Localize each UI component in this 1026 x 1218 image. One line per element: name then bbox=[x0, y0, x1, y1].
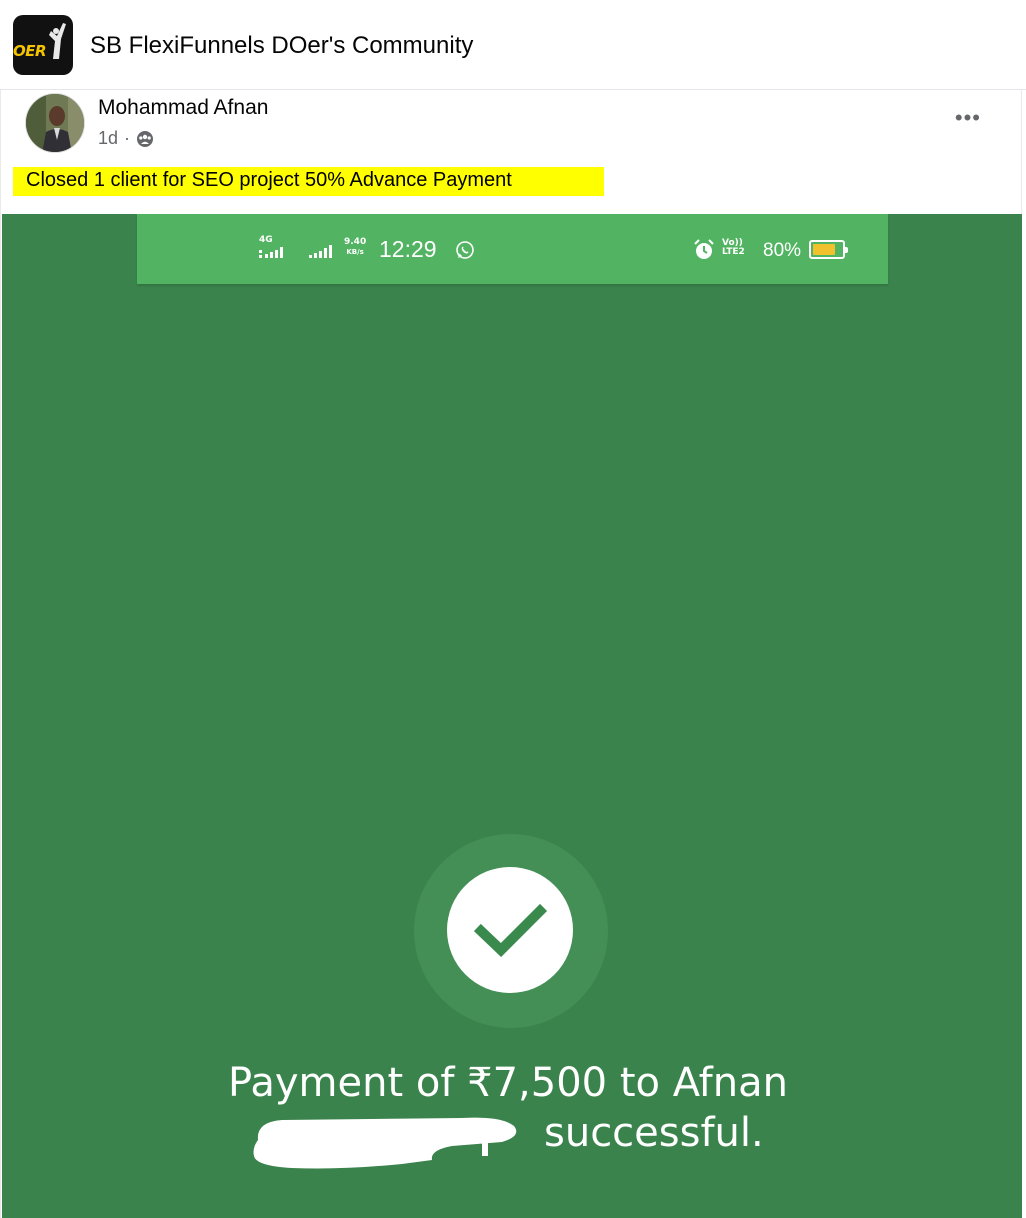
avatar[interactable] bbox=[25, 93, 85, 153]
post-time[interactable]: 1d bbox=[98, 128, 118, 149]
alarm-icon bbox=[694, 239, 714, 259]
post-text: Closed 1 client for SEO project 50% Adva… bbox=[13, 167, 604, 196]
group-logo[interactable]: OER bbox=[13, 15, 73, 75]
whatsapp-icon bbox=[456, 241, 474, 259]
signal-icon bbox=[259, 247, 283, 258]
battery-icon bbox=[809, 240, 848, 259]
volte-indicator: Vo)) LTE2 bbox=[722, 238, 745, 257]
meta-separator: · bbox=[124, 128, 131, 148]
post-card: Mohammad Afnan 1d · ••• Closed 1 client … bbox=[0, 90, 1022, 1218]
payment-status: successful. bbox=[544, 1110, 764, 1156]
more-options-button[interactable]: ••• bbox=[955, 107, 981, 129]
battery-fill bbox=[813, 244, 835, 255]
success-circle bbox=[447, 867, 573, 993]
signal-icon-2 bbox=[309, 245, 332, 258]
logo-figure-icon bbox=[49, 23, 66, 59]
redaction-mark bbox=[253, 1117, 517, 1169]
group-title[interactable]: SB FlexiFunnels DOer's Community bbox=[90, 32, 473, 60]
avatar-photo bbox=[26, 94, 84, 152]
logo-text: OER bbox=[13, 42, 47, 60]
network-speed: 9.40 KB/s bbox=[344, 237, 367, 257]
clock: 12:29 bbox=[379, 236, 437, 262]
phone-status-bar: 4G 9.40 KB/s 12:29 Vo)) LTE2 80% bbox=[137, 214, 888, 284]
author-name[interactable]: Mohammad Afnan bbox=[98, 96, 268, 120]
battery-percent: 80% bbox=[763, 240, 802, 261]
post-image[interactable]: 4G 9.40 KB/s 12:29 Vo)) LTE2 80% Payment… bbox=[2, 214, 1022, 1218]
payment-message: Payment of ₹7,500 to Afnan bbox=[228, 1060, 788, 1106]
group-header: OER SB FlexiFunnels DOer's Community bbox=[0, 0, 1026, 90]
checkmark-icon bbox=[473, 903, 548, 957]
post-meta: 1d · bbox=[98, 128, 154, 149]
group-icon bbox=[137, 130, 154, 147]
